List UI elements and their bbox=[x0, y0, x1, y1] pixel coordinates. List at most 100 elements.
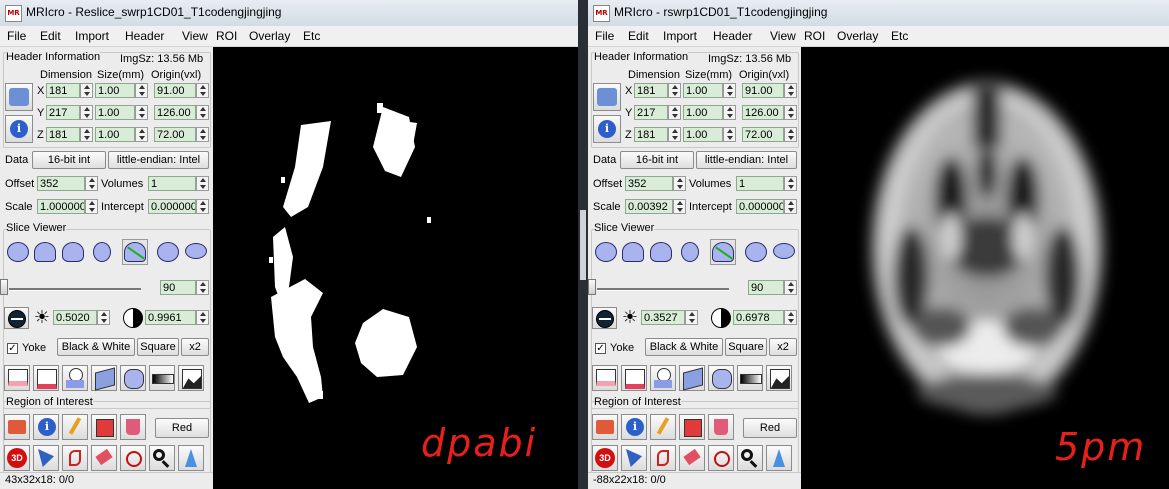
menu-import[interactable]: Import bbox=[663, 29, 697, 43]
z-origin-field[interactable]: 72.00 bbox=[154, 127, 196, 142]
slice-slider-track[interactable] bbox=[597, 288, 729, 291]
cone-tool-button[interactable] bbox=[178, 445, 204, 471]
menu-edit[interactable]: Edit bbox=[628, 29, 649, 43]
scrollbar[interactable] bbox=[580, 210, 586, 280]
roi-freehand-button[interactable] bbox=[62, 445, 88, 471]
multiplanar-view-button[interactable] bbox=[678, 239, 702, 265]
roi-circle-button[interactable] bbox=[120, 445, 146, 471]
x-origin-field[interactable]: 91.00 bbox=[154, 83, 196, 98]
x-origin-field[interactable]: 91.00 bbox=[742, 83, 784, 98]
roi-clear-button[interactable] bbox=[120, 414, 146, 440]
slice-slider-thumb[interactable] bbox=[0, 279, 8, 295]
square-button[interactable]: Square bbox=[137, 338, 179, 356]
scale-field[interactable]: 1.000000 bbox=[37, 199, 85, 214]
roi-color-button[interactable]: Red bbox=[155, 418, 209, 438]
roi-clear-button[interactable] bbox=[708, 414, 734, 440]
data-type-button[interactable]: 16-bit int bbox=[620, 151, 694, 169]
volumes-field[interactable]: 1 bbox=[148, 176, 196, 191]
x-size-field[interactable]: 1.00 bbox=[683, 83, 723, 98]
max-intensity-field[interactable]: 0.6978 bbox=[733, 310, 784, 325]
render-3d-button[interactable] bbox=[120, 365, 146, 391]
intercept-spinner[interactable] bbox=[196, 199, 209, 214]
roi-eraser-button[interactable] bbox=[679, 445, 705, 471]
z-dimension-field[interactable]: 181 bbox=[634, 127, 668, 142]
oblique-view-button[interactable] bbox=[122, 239, 148, 265]
black-and-white-button[interactable]: Black & White bbox=[645, 338, 723, 356]
z-origin-spinner[interactable] bbox=[784, 127, 797, 142]
slice-number-spinner[interactable] bbox=[196, 280, 209, 295]
roi-eraser-button[interactable] bbox=[91, 445, 117, 471]
roi-pen-button[interactable] bbox=[650, 414, 676, 440]
offset-field[interactable]: 352 bbox=[37, 176, 85, 191]
menu-overlay[interactable]: Overlay bbox=[837, 29, 878, 43]
y-origin-spinner[interactable] bbox=[196, 105, 209, 120]
single-slice-button[interactable] bbox=[4, 365, 30, 391]
render-3d-button[interactable] bbox=[708, 365, 734, 391]
title-bar[interactable]: MR MRIcro - rswrp1CD01_T1codengjingjing bbox=[588, 0, 1169, 27]
menu-header[interactable]: Header bbox=[125, 29, 164, 43]
z-origin-field[interactable]: 72.00 bbox=[742, 127, 784, 142]
roi-save-button[interactable] bbox=[91, 414, 117, 440]
crosshair-button[interactable] bbox=[592, 307, 617, 329]
data-type-button[interactable]: 16-bit int bbox=[32, 151, 106, 169]
volumes-spinner[interactable] bbox=[784, 176, 797, 191]
y-dimension-spinner[interactable] bbox=[668, 105, 681, 120]
roi-3d-button[interactable]: 3D bbox=[4, 445, 30, 471]
y-dimension-spinner[interactable] bbox=[80, 105, 93, 120]
y-dimension-field[interactable]: 217 bbox=[634, 105, 668, 120]
multislice-button[interactable] bbox=[650, 365, 676, 391]
menu-file[interactable]: File bbox=[595, 29, 614, 43]
z-size-spinner[interactable] bbox=[135, 127, 148, 142]
x-size-spinner[interactable] bbox=[723, 83, 736, 98]
single-slice-button[interactable] bbox=[592, 365, 618, 391]
y-size-spinner[interactable] bbox=[723, 105, 736, 120]
mricro-window-dpabi[interactable]: MR MRIcro - Reslice_swrp1CD01_T1codengji… bbox=[0, 0, 578, 489]
roi-pen-button[interactable] bbox=[62, 414, 88, 440]
sagittal-view-button[interactable] bbox=[33, 239, 57, 265]
y-origin-spinner[interactable] bbox=[784, 105, 797, 120]
crosshair-button[interactable] bbox=[4, 307, 29, 329]
z-size-field[interactable]: 1.00 bbox=[95, 127, 135, 142]
offset-field[interactable]: 352 bbox=[625, 176, 673, 191]
offset-spinner[interactable] bbox=[85, 176, 98, 191]
x-size-spinner[interactable] bbox=[135, 83, 148, 98]
z-size-field[interactable]: 1.00 bbox=[683, 127, 723, 142]
z-dimension-field[interactable]: 181 bbox=[46, 127, 80, 142]
min-intensity-field[interactable]: 0.3527 bbox=[641, 310, 685, 325]
menu-import[interactable]: Import bbox=[75, 29, 109, 43]
y-origin-field[interactable]: 126.00 bbox=[742, 105, 784, 120]
slice-number-field[interactable]: 90 bbox=[160, 280, 196, 295]
multislice-button[interactable] bbox=[62, 365, 88, 391]
magnify-button[interactable] bbox=[737, 445, 763, 471]
y-size-spinner[interactable] bbox=[135, 105, 148, 120]
menu-etc[interactable]: Etc bbox=[891, 29, 908, 43]
menu-roi[interactable]: ROI bbox=[804, 29, 825, 43]
multiplanar-view-button[interactable] bbox=[90, 239, 114, 265]
roi-open-button[interactable] bbox=[592, 414, 618, 440]
open-image-button[interactable] bbox=[5, 83, 33, 111]
z-size-spinner[interactable] bbox=[723, 127, 736, 142]
square-button[interactable]: Square bbox=[725, 338, 767, 356]
x-origin-spinner[interactable] bbox=[784, 83, 797, 98]
histogram-button[interactable] bbox=[178, 365, 204, 391]
menu-roi[interactable]: ROI bbox=[216, 29, 237, 43]
menu-file[interactable]: File bbox=[7, 29, 26, 43]
x-dimension-spinner[interactable] bbox=[668, 83, 681, 98]
volumes-spinner[interactable] bbox=[196, 176, 209, 191]
magnify-button[interactable] bbox=[149, 445, 175, 471]
z-origin-spinner[interactable] bbox=[196, 127, 209, 142]
image-view[interactable]: dpabi bbox=[213, 47, 578, 489]
roi-3d-button[interactable]: 3D bbox=[592, 445, 618, 471]
slice-slider-track[interactable] bbox=[9, 288, 141, 291]
y-size-field[interactable]: 1.00 bbox=[95, 105, 135, 120]
glass-brain-button[interactable] bbox=[744, 239, 768, 265]
intercept-field[interactable]: 0.000000 bbox=[736, 199, 784, 214]
max-intensity-spinner[interactable] bbox=[784, 310, 797, 325]
sagittal-view-button[interactable] bbox=[621, 239, 645, 265]
offset-spinner[interactable] bbox=[673, 176, 686, 191]
histogram-button[interactable] bbox=[766, 365, 792, 391]
slice-number-spinner[interactable] bbox=[784, 280, 797, 295]
roi-open-button[interactable] bbox=[4, 414, 30, 440]
menu-view[interactable]: View bbox=[770, 29, 796, 43]
roi-save-button[interactable] bbox=[679, 414, 705, 440]
